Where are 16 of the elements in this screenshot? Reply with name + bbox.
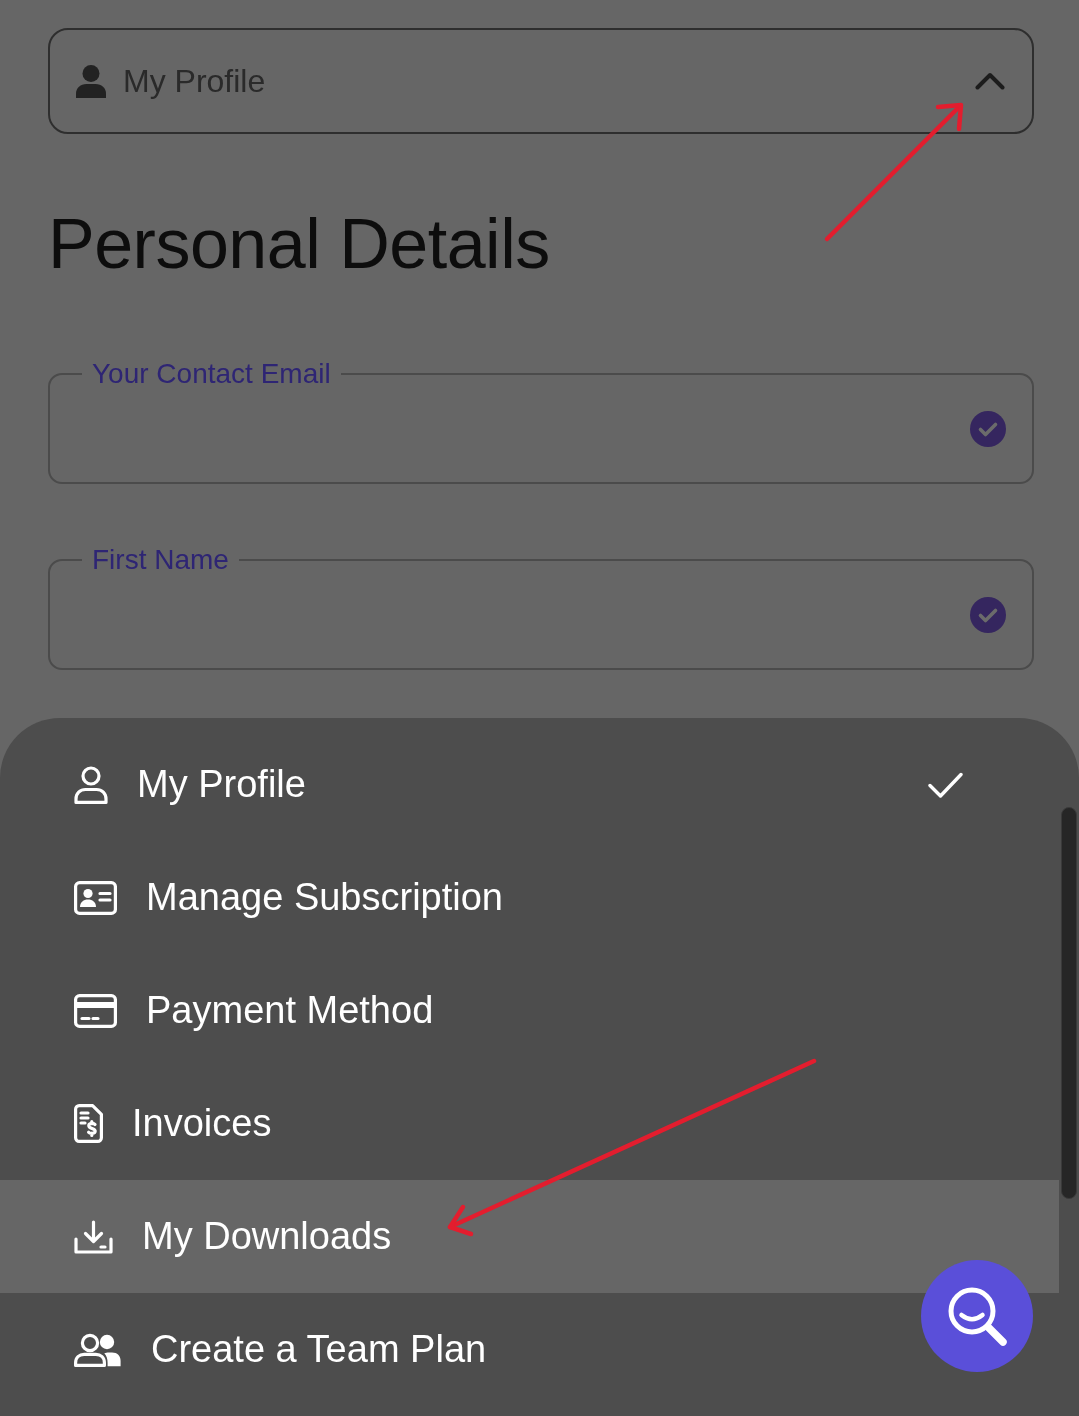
people-icon	[74, 1332, 122, 1367]
menu-item[interactable]: My Profile	[0, 728, 1059, 841]
person-outline-icon	[74, 765, 108, 804]
download-icon	[74, 1219, 113, 1254]
menu-item[interactable]: Payment Method	[0, 954, 1059, 1067]
credit-card-icon	[74, 993, 117, 1028]
page-heading: Personal Details	[48, 204, 551, 284]
menu-item[interactable]: Invoices	[0, 1067, 1059, 1180]
scrollbar-thumb[interactable]	[1061, 807, 1077, 1199]
id-card-icon	[74, 880, 117, 915]
menu-item[interactable]: Manage Subscription	[0, 841, 1059, 954]
person-icon	[76, 64, 106, 98]
invoice-icon	[74, 1104, 103, 1143]
chevron-up-icon	[975, 72, 1005, 90]
menu-item[interactable]: My Downloads	[0, 1180, 1059, 1293]
menu-item[interactable]: Create a Team Plan	[0, 1293, 1059, 1406]
